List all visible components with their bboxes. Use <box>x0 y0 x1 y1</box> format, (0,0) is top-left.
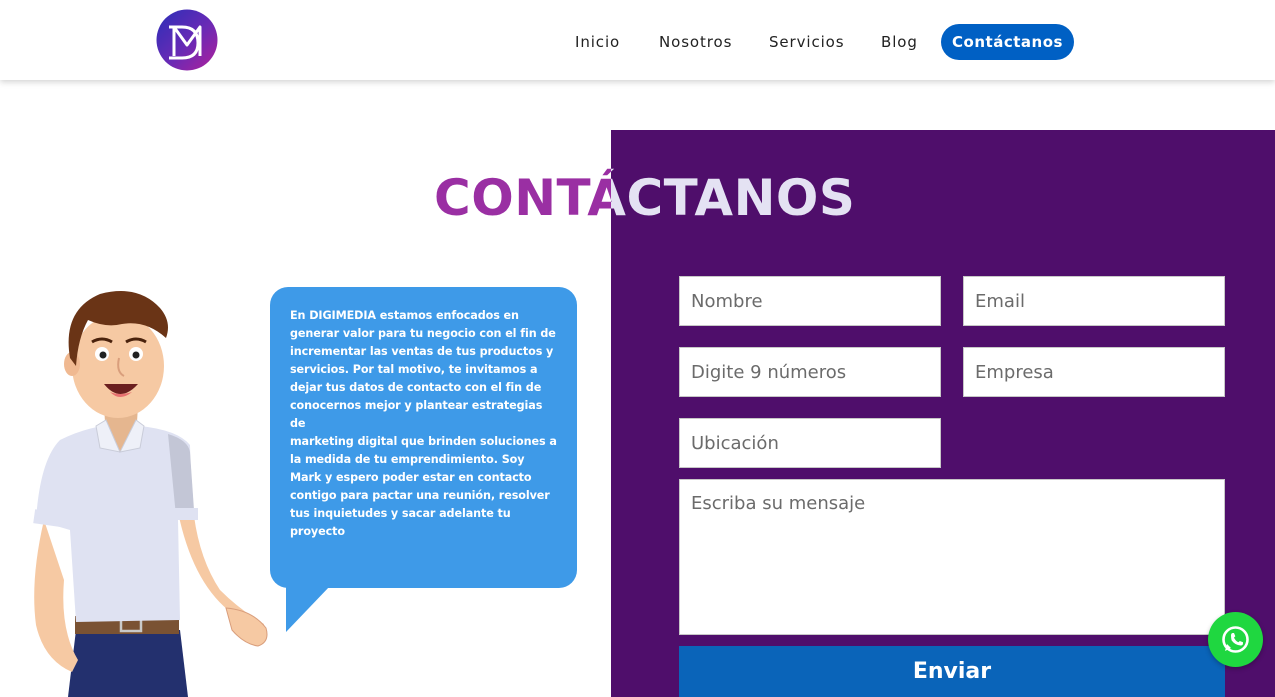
submit-button[interactable]: Enviar <box>679 646 1225 697</box>
email-field[interactable] <box>963 276 1225 326</box>
phone-field[interactable] <box>679 347 941 397</box>
speech-bubble-tail <box>286 586 330 632</box>
bubble-text: En DIGIMEDIA estamos enfocados en genera… <box>290 309 557 538</box>
whatsapp-icon <box>1222 626 1249 653</box>
nav-contactanos-button[interactable]: Contáctanos <box>941 24 1074 60</box>
message-field[interactable] <box>679 479 1225 635</box>
whatsapp-button[interactable] <box>1208 612 1263 667</box>
company-field[interactable] <box>963 347 1225 397</box>
nav-item-inicio[interactable]: Inicio <box>575 24 620 60</box>
page-title: CONTÁCTANOS <box>434 169 856 227</box>
nav-item-servicios[interactable]: Servicios <box>769 24 844 60</box>
speech-bubble: En DIGIMEDIA estamos enfocados en genera… <box>270 287 577 588</box>
nav-item-blog[interactable]: Blog <box>881 24 918 60</box>
logo[interactable] <box>156 9 218 71</box>
character-illustration <box>33 291 268 697</box>
location-field[interactable] <box>679 418 941 468</box>
site-header: Inicio Nosotros Servicios Blog Contáctan… <box>0 0 1275 80</box>
nav-item-nosotros[interactable]: Nosotros <box>659 24 732 60</box>
name-field[interactable] <box>679 276 941 326</box>
